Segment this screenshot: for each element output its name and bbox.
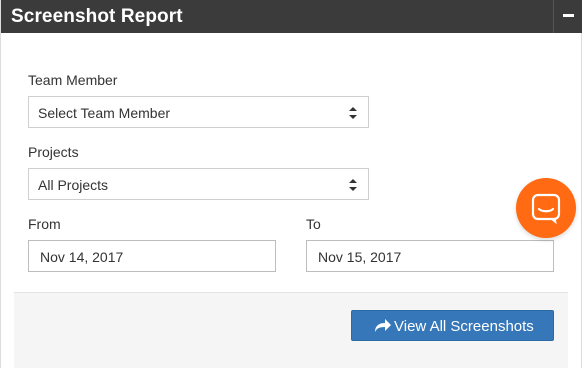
share-arrow-icon xyxy=(375,319,391,332)
chat-icon xyxy=(531,193,561,224)
minus-icon xyxy=(563,14,574,17)
from-label: From xyxy=(28,216,61,232)
projects-label: Projects xyxy=(28,144,79,160)
collapse-button[interactable] xyxy=(553,0,582,33)
team-member-select[interactable]: Select Team Member xyxy=(28,96,369,128)
to-date-value: Nov 15, 2017 xyxy=(318,249,402,265)
view-all-screenshots-label: View All Screenshots xyxy=(394,318,534,335)
team-member-selected-value: Select Team Member xyxy=(38,105,171,121)
from-date-value: Nov 14, 2017 xyxy=(40,249,124,265)
panel-header: Screenshot Report xyxy=(1,0,582,33)
view-all-screenshots-button[interactable]: View All Screenshots xyxy=(351,310,554,341)
projects-select[interactable]: All Projects xyxy=(28,168,369,200)
projects-selected-value: All Projects xyxy=(38,177,109,193)
panel-title: Screenshot Report xyxy=(11,6,183,27)
to-date-field[interactable]: Nov 15, 2017 xyxy=(306,240,554,272)
chat-launcher-button[interactable] xyxy=(516,178,576,238)
to-label: To xyxy=(306,216,321,232)
team-member-label: Team Member xyxy=(28,72,118,88)
screenshot-report-panel: Screenshot Report Team Member Select Tea… xyxy=(0,0,582,368)
sort-arrows-icon xyxy=(349,179,357,191)
from-date-field[interactable]: Nov 14, 2017 xyxy=(28,240,276,272)
sort-arrows-icon xyxy=(349,107,357,119)
